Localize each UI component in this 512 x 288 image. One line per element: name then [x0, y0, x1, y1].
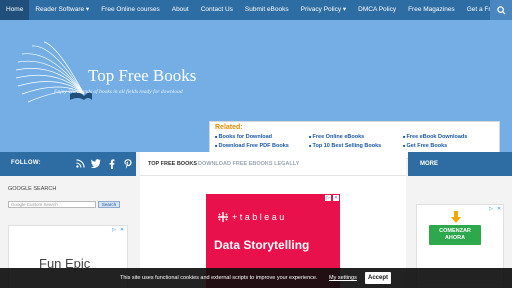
related-link-free-online-ebooks[interactable]: Free Online eBooks — [309, 134, 403, 140]
follow-bar: FOLLOW: — [0, 152, 136, 176]
ad-close-icon[interactable]: ✕ — [333, 195, 339, 201]
comenzar-ahora-button[interactable]: COMENZAR AHORA — [429, 225, 481, 245]
google-search-title: GOOGLE SEARCH — [8, 186, 57, 192]
nav-submit-ebooks[interactable]: Submit eBooks — [239, 0, 295, 20]
site-header: Top Free Books Enjoy Thousands of books … — [0, 20, 512, 159]
nav-free-online-courses[interactable]: Free Online courses — [95, 0, 166, 20]
site-title[interactable]: Top Free Books — [88, 66, 196, 86]
nav-dmca-policy[interactable]: DMCA Policy — [352, 0, 402, 20]
ad-close-icon[interactable]: ✕ — [119, 227, 125, 233]
top-navigation: Home Reader Software ▾ Free Online cours… — [0, 0, 512, 20]
adchoices-icon[interactable]: ▷ — [325, 195, 331, 201]
nav-contact-us[interactable]: Contact Us — [195, 0, 239, 20]
tableau-wordmark: + t a b l e a u — [232, 212, 285, 222]
related-link-get-free-books[interactable]: Get Free Books — [403, 143, 497, 149]
cookie-banner: This site uses functional cookies and ex… — [0, 268, 512, 288]
book-logo-icon[interactable] — [12, 40, 92, 112]
tableau-logo: + t a b l e a u — [218, 212, 284, 222]
nav-home[interactable]: Home — [0, 0, 30, 20]
related-link-free-ebook-downloads[interactable]: Free eBook Downloads — [403, 134, 497, 140]
main-breadcrumb: TOP FREE BOOKS DOWNLOAD FREE EBOOKS LEGA… — [140, 152, 406, 176]
adchoices-icon[interactable]: ▷ — [488, 206, 494, 212]
adchoices-icon[interactable]: ▷ — [111, 227, 117, 233]
breadcrumb-site[interactable]: TOP FREE BOOKS — [148, 161, 197, 167]
tableau-headline: Data Storytelling — [214, 238, 310, 252]
ad-close-icon[interactable]: ✕ — [496, 206, 502, 212]
cookie-accept-button[interactable]: Accept — [365, 272, 391, 284]
google-search-input[interactable]: Google Custom Search — [8, 201, 96, 208]
related-link-top-10-best-selling[interactable]: Top 10 Best Selling Books — [309, 143, 403, 149]
cookie-settings-link[interactable]: My settings — [329, 275, 357, 281]
more-label: MORE — [420, 161, 438, 167]
arrow-down-icon — [451, 211, 461, 223]
search-icon[interactable] — [490, 0, 512, 20]
nav-free-magazines[interactable]: Free Magazines — [402, 0, 461, 20]
facebook-icon[interactable] — [107, 158, 117, 169]
nav-reader-software[interactable]: Reader Software ▾ — [29, 0, 95, 20]
twitter-icon[interactable] — [91, 158, 101, 169]
breadcrumb-tagline: DOWNLOAD FREE EBOOKS LEGALLY — [198, 161, 300, 167]
pinterest-icon[interactable] — [123, 158, 133, 169]
related-title: Related: — [215, 124, 243, 131]
tableau-plus-icon — [218, 212, 228, 222]
more-bar: MORE — [408, 152, 512, 176]
follow-label: FOLLOW: — [11, 160, 41, 166]
nav-privacy-policy[interactable]: Privacy Policy ▾ — [295, 0, 353, 20]
google-search-button[interactable]: Search — [98, 201, 120, 208]
social-icons — [75, 158, 133, 169]
rss-icon[interactable] — [75, 158, 85, 169]
related-link-download-free-pdf-books[interactable]: Download Free PDF Books — [215, 143, 309, 149]
cookie-text: This site uses functional cookies and ex… — [120, 275, 318, 281]
nav-about[interactable]: About — [166, 0, 195, 20]
site-tagline: Enjoy Thousands of books in all fields r… — [54, 89, 183, 95]
related-link-books-for-download[interactable]: Books for Download — [215, 134, 309, 140]
